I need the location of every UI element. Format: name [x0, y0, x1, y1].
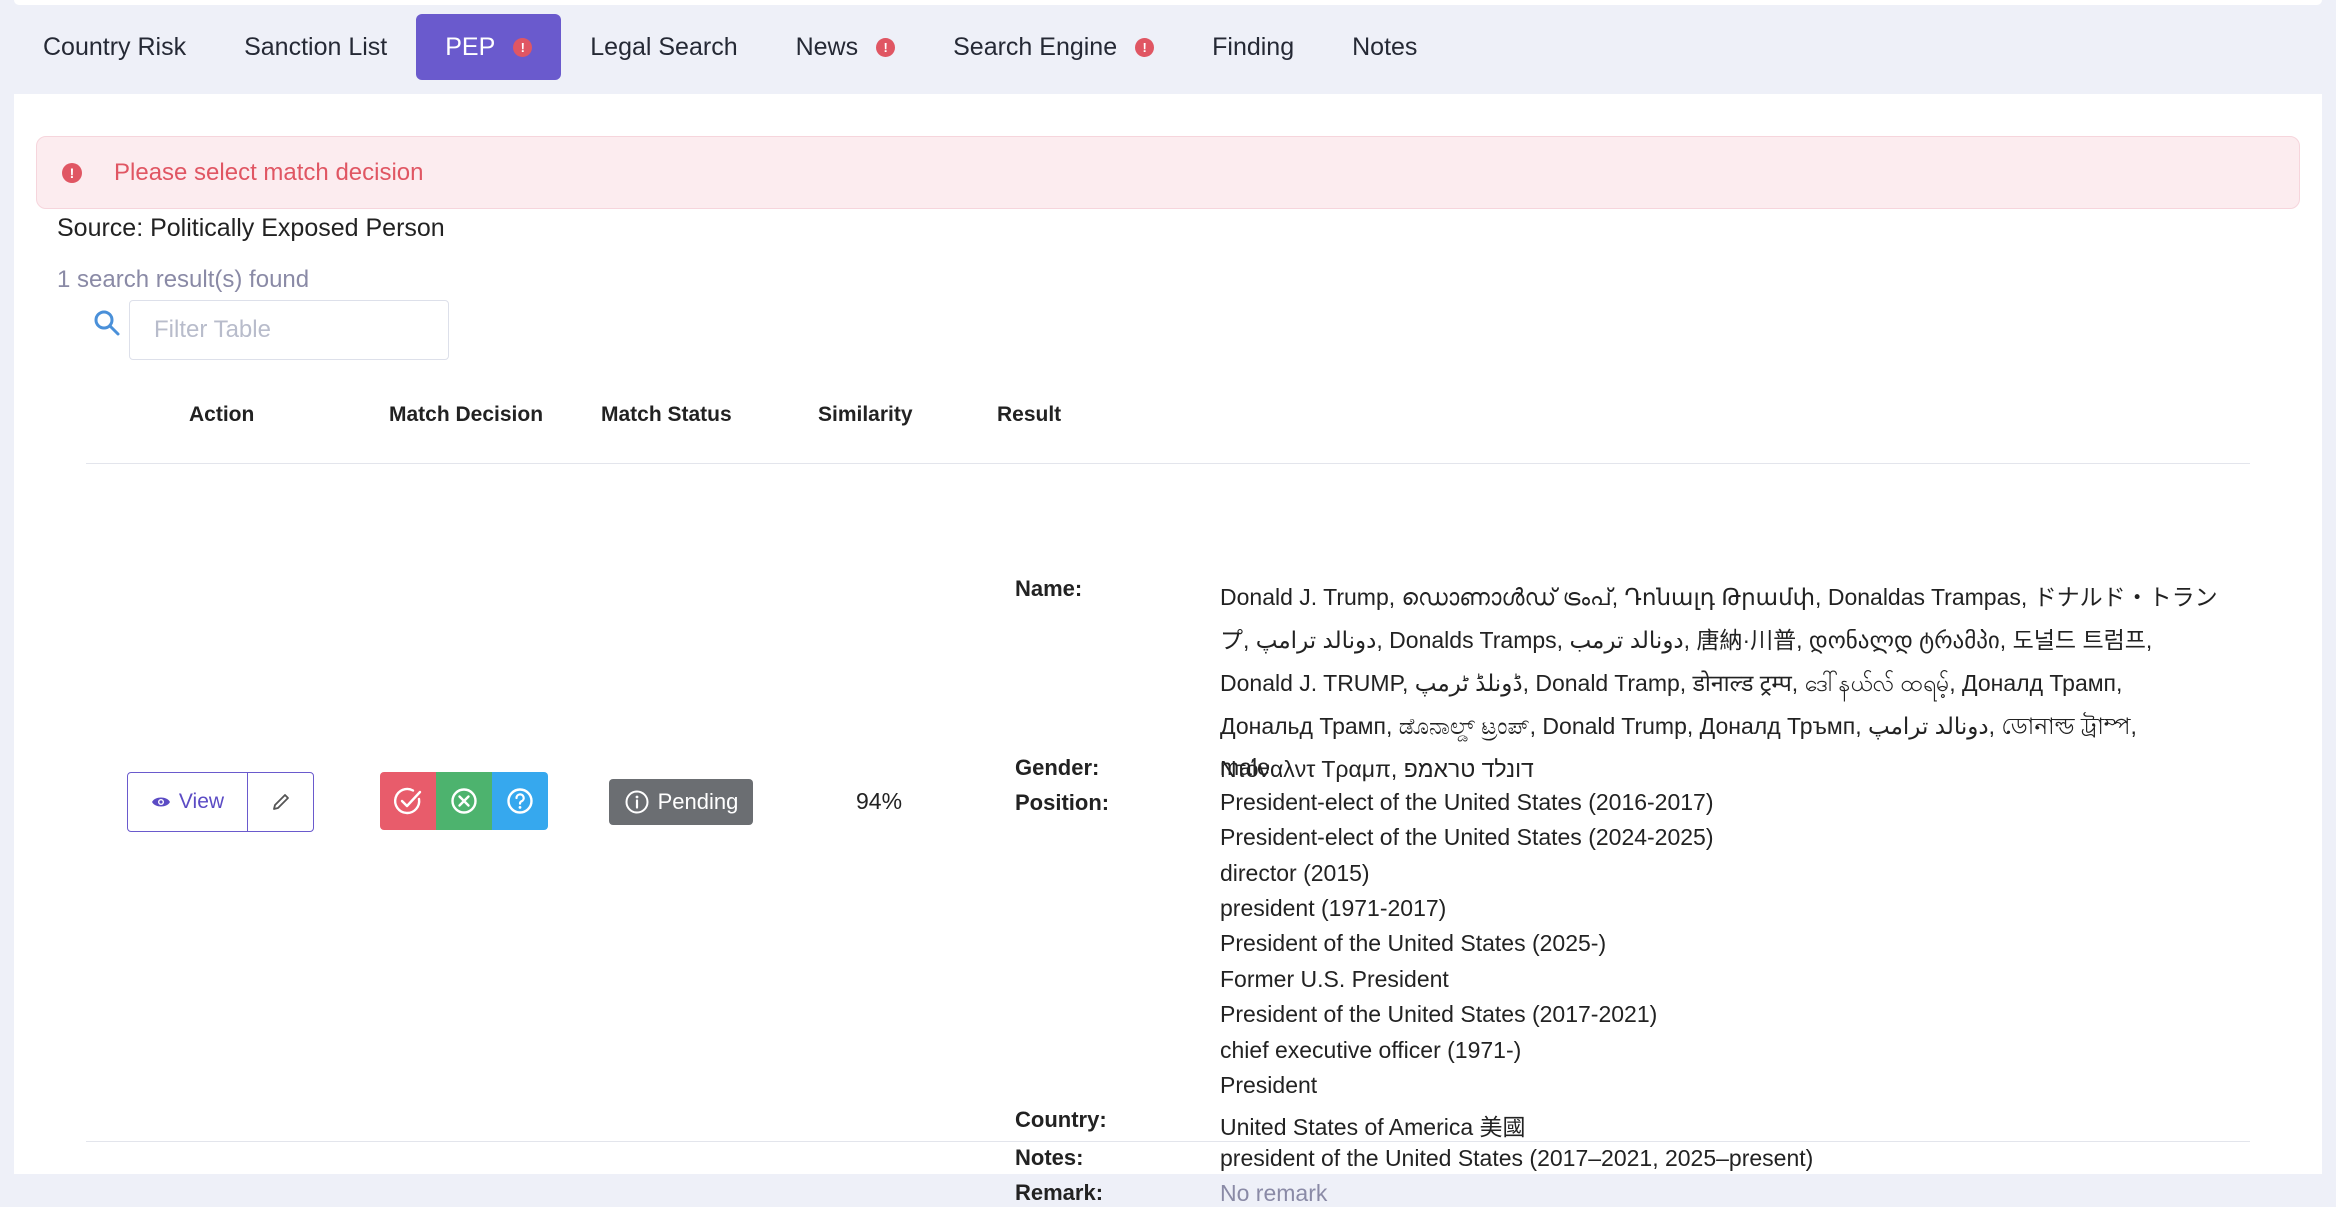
position-item: President of the United States (2017-202…	[1220, 1001, 1658, 1027]
header-divider	[86, 463, 2250, 464]
results-count: 1 search result(s) found	[57, 266, 310, 293]
similarity-value: 94%	[856, 788, 903, 814]
x-circle-icon	[451, 788, 477, 814]
check-circle-icon	[393, 787, 422, 815]
search-icon	[94, 310, 120, 336]
alert-message: Please select match decision	[114, 158, 424, 186]
position-item: Former U.S. President	[1220, 966, 1449, 992]
position-label: Position:	[1015, 790, 1110, 815]
tab-notes[interactable]: Notes	[1323, 14, 1446, 80]
match-button[interactable]	[380, 772, 436, 830]
pep-panel: ! Please select match decision Source: P…	[14, 94, 2322, 1206]
alert-icon: !	[876, 37, 896, 57]
row-divider	[86, 1141, 2250, 1142]
tab-bar: Country Risk Sanction List PEP! Legal Se…	[14, 14, 1446, 94]
header-result: Result	[997, 403, 1062, 426]
eye-icon	[151, 797, 170, 807]
match-decision-buttons	[380, 772, 548, 830]
header-match-decision: Match Decision	[389, 403, 544, 426]
position-item: President-elect of the United States (20…	[1220, 824, 1714, 850]
tab-news[interactable]: News!	[767, 14, 925, 80]
position-item: president (1971-2017)	[1220, 895, 1447, 921]
notes-label: Notes:	[1015, 1145, 1084, 1170]
header-action: Action	[189, 403, 255, 426]
tab-finding[interactable]: Finding	[1183, 14, 1323, 80]
gender-value: male	[1220, 754, 1270, 780]
remark-value: No remark	[1220, 1180, 1328, 1206]
notes-value: president of the United States (2017–202…	[1220, 1145, 1814, 1171]
view-label: View	[178, 790, 225, 813]
edit-button[interactable]	[247, 772, 314, 832]
header-similarity: Similarity	[818, 403, 913, 426]
tab-pep[interactable]: PEP!	[416, 14, 562, 80]
view-button[interactable]: View	[127, 772, 248, 832]
position-item: chief executive officer (1971-)	[1220, 1037, 1522, 1063]
no-match-button[interactable]	[436, 772, 492, 830]
pencil-icon	[272, 794, 289, 810]
filter-table-input[interactable]	[129, 300, 449, 360]
position-item: President of the United States (2025-)	[1220, 930, 1607, 956]
match-decision-alert: ! Please select match decision	[36, 136, 2300, 209]
alert-icon: !	[1135, 37, 1155, 57]
position-item: President	[1220, 1072, 1318, 1098]
position-item: director (2015)	[1220, 860, 1370, 886]
remark-label: Remark:	[1015, 1180, 1104, 1205]
status-text: Pending	[657, 789, 739, 814]
exclamation-icon: !	[62, 162, 82, 183]
question-circle-icon	[507, 788, 533, 814]
name-value: Donald J. Trump, ഡൊണാൾഡ് ട്രംപ്, Դոնալդ …	[1220, 584, 2218, 782]
tab-search-engine[interactable]: Search Engine!	[924, 14, 1183, 80]
position-item: President-elect of the United States (20…	[1220, 789, 1714, 815]
country-value: United States of America 美國	[1220, 1114, 1526, 1140]
gender-label: Gender:	[1015, 755, 1100, 780]
header-match-status: Match Status	[601, 403, 732, 426]
name-label: Name:	[1015, 576, 1083, 601]
country-label: Country:	[1015, 1107, 1107, 1132]
tab-legal-search[interactable]: Legal Search	[561, 14, 766, 80]
action-buttons: View	[127, 772, 314, 832]
tab-sanction-list[interactable]: Sanction List	[215, 14, 416, 80]
status-badge: Pending	[609, 779, 753, 825]
top-panel-edge	[14, 0, 2322, 5]
unsure-button[interactable]	[492, 772, 548, 830]
tab-country-risk[interactable]: Country Risk	[14, 14, 215, 80]
alert-icon: !	[513, 37, 533, 57]
info-icon	[625, 790, 649, 814]
source-label: Source: Politically Exposed Person	[57, 214, 445, 242]
